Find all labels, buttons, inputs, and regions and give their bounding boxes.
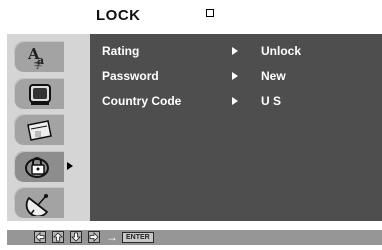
sidebar: A a 字 ||| — [7, 34, 90, 221]
menu-row-value: U S — [261, 94, 282, 108]
svg-text:|||: ||| — [35, 131, 41, 138]
navigation-hint-bar: → ENTER — [7, 230, 382, 245]
svg-text:字: 字 — [34, 60, 42, 70]
active-tab-arrow — [67, 162, 73, 170]
enter-key-icon: ENTER — [122, 232, 154, 243]
tab-calendar[interactable]: ||| — [14, 114, 64, 145]
tab-language[interactable]: A a 字 — [14, 41, 64, 72]
menu-row-value: New — [261, 69, 286, 83]
tab-satellite[interactable] — [14, 187, 64, 218]
up-key-icon — [52, 231, 64, 243]
language-icon: A a 字 — [27, 45, 44, 70]
tab-lock[interactable] — [14, 151, 64, 182]
left-key-icon — [34, 231, 46, 243]
then-arrow-icon: → — [106, 230, 118, 244]
down-key-icon — [70, 231, 82, 243]
menu-row-label: Password — [102, 69, 159, 83]
menu-row-value: Unlock — [261, 44, 302, 58]
right-key-icon — [88, 231, 100, 243]
satellite-dish-icon — [25, 194, 49, 216]
menu-row-password[interactable]: Password New — [90, 69, 382, 85]
tv-icon — [29, 84, 51, 105]
tab-tv[interactable] — [14, 78, 64, 109]
submenu-arrow-icon — [232, 47, 238, 55]
submenu-arrow-icon — [232, 72, 238, 80]
lock-icon — [25, 157, 49, 178]
page-title: LOCK — [96, 7, 141, 24]
menu-row-label: Rating — [102, 44, 140, 58]
menu-row-country-code[interactable]: Country Code U S — [90, 94, 382, 110]
submenu-arrow-icon — [232, 97, 238, 105]
title-indicator-box — [206, 9, 214, 17]
menu-row-label: Country Code — [102, 94, 182, 108]
menu-row-rating[interactable]: Rating Unlock — [90, 44, 382, 60]
settings-panel: Rating Unlock Password New Country Code … — [90, 34, 382, 221]
calendar-icon: ||| — [27, 120, 52, 141]
